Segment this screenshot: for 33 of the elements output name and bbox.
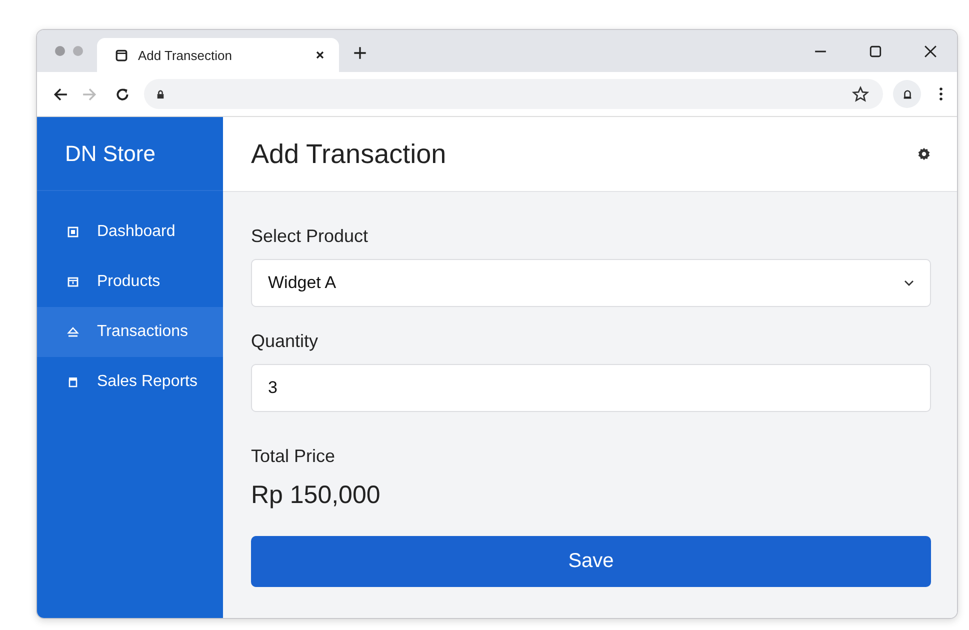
page-icon: [115, 48, 128, 62]
address-field[interactable]: [144, 79, 883, 109]
sidebar-item[interactable]: Products: [37, 257, 223, 307]
close-icon[interactable]: [315, 50, 325, 60]
browser-tab[interactable]: Add Transection: [97, 38, 339, 72]
box-icon: [67, 226, 79, 238]
sidebar-item[interactable]: Transactions: [37, 307, 223, 357]
profile-button[interactable]: [893, 80, 921, 108]
quantity-field[interactable]: 3: [251, 364, 931, 412]
window-dot[interactable]: [55, 46, 65, 56]
new-tab-icon[interactable]: [353, 46, 367, 60]
settings-icon[interactable]: [917, 147, 931, 161]
product-select[interactable]: Widget A: [251, 259, 931, 307]
sidebar-item[interactable]: Sales Reports: [37, 357, 223, 407]
star-icon[interactable]: [852, 86, 869, 102]
field-label: Select Product: [251, 226, 370, 247]
save-button[interactable]: Save: [251, 536, 931, 587]
menu-icon[interactable]: [939, 87, 943, 101]
field-label: Quantity: [251, 331, 320, 352]
chevron-down-icon: [904, 280, 914, 286]
bell-icon: [902, 88, 912, 100]
lock-icon: [156, 90, 165, 98]
eject-icon: [67, 326, 79, 338]
back-icon[interactable]: [53, 86, 68, 102]
window-dot[interactable]: [73, 46, 83, 56]
field-label: Total Price: [251, 446, 336, 467]
maximize-icon[interactable]: [869, 45, 882, 58]
sidebar-item[interactable]: Dashboard: [37, 207, 223, 257]
total-price: Rp 150,000: [251, 481, 382, 510]
close-icon[interactable]: [924, 45, 937, 58]
box-icon: [67, 276, 79, 288]
page-title: Add Transaction: [251, 138, 446, 170]
reload-icon[interactable]: [115, 86, 130, 102]
